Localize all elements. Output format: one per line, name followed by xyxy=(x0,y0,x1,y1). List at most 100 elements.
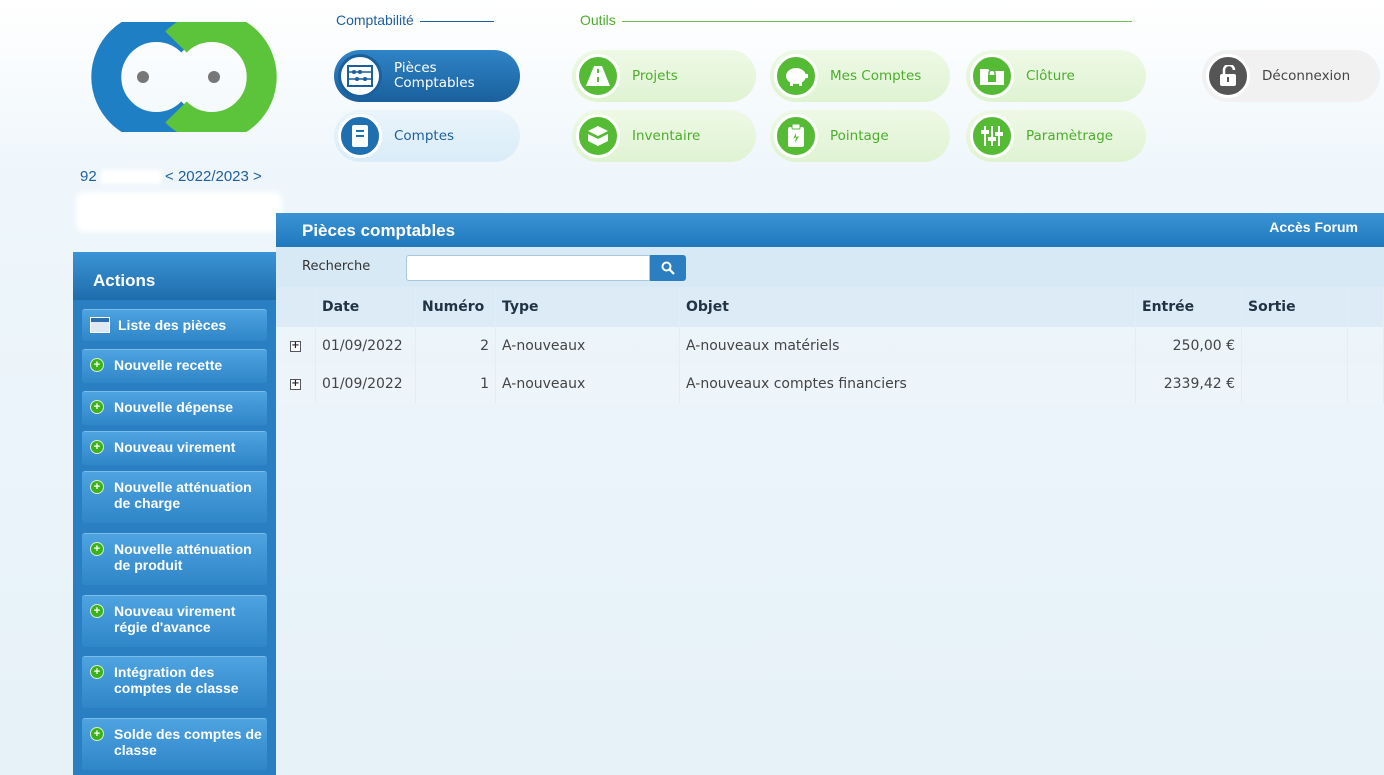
cell-spacer xyxy=(1348,327,1384,365)
action-label: Intégration des comptes de classe xyxy=(114,664,239,696)
comptabilite-group-title: Comptabilité xyxy=(336,12,494,28)
outils-label: Outils xyxy=(580,12,616,28)
column-header-numero[interactable]: Numéro xyxy=(416,287,496,327)
app-logo xyxy=(91,22,277,132)
nav-pointage[interactable]: Pointage xyxy=(770,110,950,162)
plus-icon: + xyxy=(90,358,104,372)
nav-comptes[interactable]: Comptes xyxy=(334,110,520,162)
abacus-icon xyxy=(338,54,382,98)
search-icon xyxy=(661,261,675,275)
column-header-objet[interactable]: Objet xyxy=(680,287,1136,327)
action-virement-regie[interactable]: + Nouveau virement régie d'avance xyxy=(82,595,267,647)
nav-inventaire-label: Inventaire xyxy=(632,127,701,144)
expand-cell: + xyxy=(276,365,316,403)
action-integration-comptes[interactable]: + Intégration des comptes de classe xyxy=(82,656,267,708)
column-header-entree[interactable]: Entrée xyxy=(1136,287,1242,327)
table-header: Date Numéro Type Objet Entrée Sortie xyxy=(276,287,1384,327)
panel-header: Pièces comptables Accès Forum xyxy=(276,213,1384,247)
action-label: Nouvelle dépense xyxy=(114,399,234,415)
sliders-icon xyxy=(970,114,1014,158)
cell-numero: 2 xyxy=(416,327,496,365)
search-label: Recherche xyxy=(302,259,371,274)
column-header-type[interactable]: Type xyxy=(496,287,680,327)
action-nouvelle-depense[interactable]: + Nouvelle dépense xyxy=(82,391,267,425)
redacted-block xyxy=(76,192,282,232)
cell-spacer xyxy=(1348,365,1384,403)
address-book-icon xyxy=(338,114,382,158)
box-icon xyxy=(576,114,620,158)
cell-type: A-nouveaux xyxy=(496,327,680,365)
nav-pieces-label: Pièces Comptables xyxy=(394,60,475,91)
cell-entree: 2339,42 € xyxy=(1136,365,1242,403)
action-attenuation-charge[interactable]: + Nouvelle atténuation de charge xyxy=(82,471,267,523)
cell-entree: 250,00 € xyxy=(1136,327,1242,365)
action-attenuation-produit[interactable]: + Nouvelle atténuation de produit xyxy=(82,533,267,585)
search-bar: Recherche xyxy=(276,247,1384,287)
nav-projets-label: Projets xyxy=(632,67,678,84)
nav-comptes-label: Comptes xyxy=(394,127,455,144)
exercise-selector[interactable]: < 2022/2023 > xyxy=(165,168,262,185)
nav-mes-comptes[interactable]: Mes Comptes xyxy=(770,50,950,102)
nav-cloture[interactable]: Clôture xyxy=(966,50,1146,102)
outils-group-title: Outils xyxy=(580,12,1132,28)
search-input[interactable] xyxy=(406,255,650,281)
expand-cell: + xyxy=(276,327,316,365)
road-icon xyxy=(576,54,620,98)
action-label: Nouvelle recette xyxy=(114,357,223,373)
page-title: Pièces comptables xyxy=(302,221,456,240)
search-button[interactable] xyxy=(650,255,686,281)
comptabilite-label: Comptabilité xyxy=(336,12,414,28)
table-row[interactable]: + 01/09/2022 2 A-nouveaux A-nouveaux mat… xyxy=(276,327,1384,365)
organization-exercise[interactable]: 92 < 2022/2023 > xyxy=(80,168,262,185)
clipboard-icon xyxy=(774,114,818,158)
action-solde-comptes[interactable]: + Solde des comptes de classe xyxy=(82,718,267,770)
nav-parametrage-label: Paramètrage xyxy=(1026,127,1114,144)
plus-icon: + xyxy=(90,542,104,556)
actions-sidebar: Actions Liste des pièces + Nouvelle rece… xyxy=(73,252,276,775)
column-header-sortie[interactable]: Sortie xyxy=(1242,287,1348,327)
cell-objet: A-nouveaux matériels xyxy=(680,327,1136,365)
pieces-table: Date Numéro Type Objet Entrée Sortie + 0… xyxy=(276,287,1384,403)
unlock-icon xyxy=(1206,54,1250,98)
forum-link[interactable]: Accès Forum xyxy=(1269,219,1358,235)
list-icon xyxy=(90,317,110,333)
actions-title: Actions xyxy=(73,252,276,300)
action-label: Liste des pièces xyxy=(118,317,227,333)
logout-button[interactable]: Déconnexion xyxy=(1202,50,1380,102)
action-nouvelle-recette[interactable]: + Nouvelle recette xyxy=(82,349,267,383)
plus-icon: + xyxy=(90,480,104,494)
locked-folder-icon xyxy=(970,54,1014,98)
action-nouveau-virement[interactable]: + Nouveau virement xyxy=(82,431,267,465)
cell-objet: A-nouveaux comptes financiers xyxy=(680,365,1136,403)
nav-parametrage[interactable]: Paramètrage xyxy=(966,110,1146,162)
nav-mes-comptes-label: Mes Comptes xyxy=(830,67,922,84)
action-liste-pieces[interactable]: Liste des pièces xyxy=(82,309,267,341)
action-label: Nouveau virement régie d'avance xyxy=(114,603,236,635)
cell-date: 01/09/2022 xyxy=(316,327,416,365)
nav-pieces-comptables[interactable]: Pièces Comptables xyxy=(334,50,520,102)
plus-icon: + xyxy=(90,604,104,618)
cell-sortie xyxy=(1242,365,1348,403)
column-header-date[interactable]: Date xyxy=(316,287,416,327)
action-label: Nouvelle atténuation de produit xyxy=(114,541,252,573)
cell-type: A-nouveaux xyxy=(496,365,680,403)
expand-icon[interactable]: + xyxy=(290,378,301,390)
nav-pointage-label: Pointage xyxy=(830,127,889,144)
plus-icon: + xyxy=(90,400,104,414)
nav-projets[interactable]: Projets xyxy=(572,50,756,102)
table-row[interactable]: + 01/09/2022 1 A-nouveaux A-nouveaux com… xyxy=(276,365,1384,403)
organization-prefix: 92 xyxy=(80,168,97,185)
nav-cloture-label: Clôture xyxy=(1026,67,1075,84)
action-label: Nouveau virement xyxy=(114,439,236,455)
action-label: Nouvelle atténuation de charge xyxy=(114,479,252,511)
logout-label: Déconnexion xyxy=(1262,67,1351,84)
plus-icon: + xyxy=(90,727,104,741)
piggy-bank-icon xyxy=(774,54,818,98)
nav-inventaire[interactable]: Inventaire xyxy=(572,110,756,162)
redacted-org-name xyxy=(100,170,161,185)
cell-numero: 1 xyxy=(416,365,496,403)
plus-icon: + xyxy=(90,440,104,454)
expand-column-header xyxy=(276,287,316,327)
column-header-spacer xyxy=(1348,287,1384,327)
expand-icon[interactable]: + xyxy=(290,340,301,352)
